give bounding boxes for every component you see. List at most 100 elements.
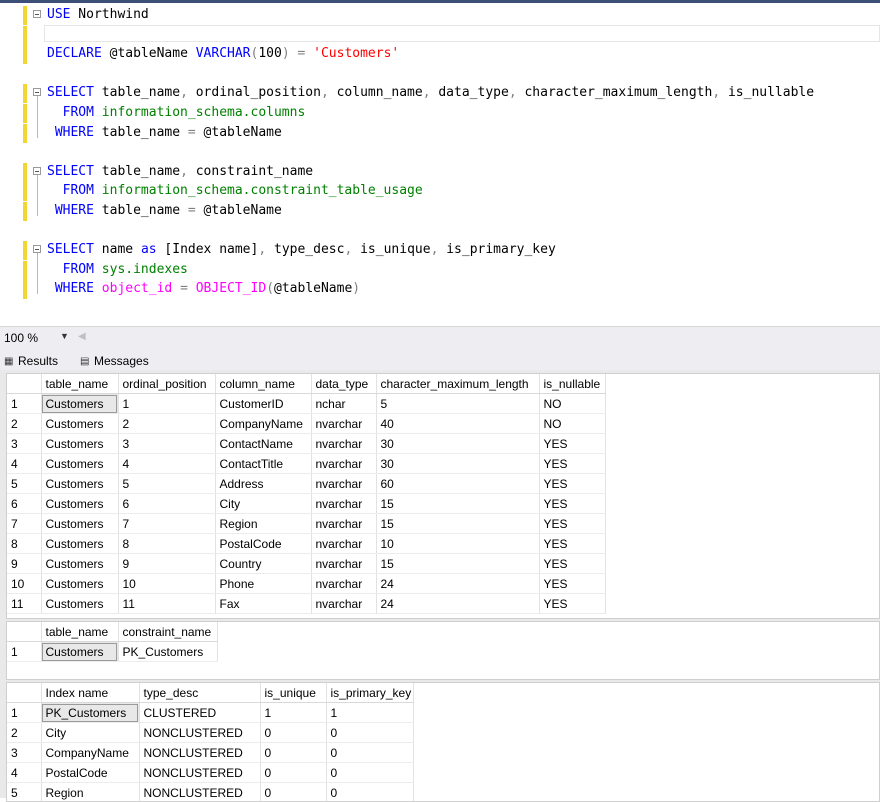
column-header[interactable]: ordinal_position [118, 374, 215, 394]
table-row[interactable]: 11Customers11Faxnvarchar24YES [7, 594, 605, 614]
collapse-icon[interactable] [33, 88, 41, 96]
row-number[interactable]: 2 [7, 414, 41, 434]
grid-cell[interactable]: 15 [376, 554, 539, 574]
grid-cell[interactable]: PostalCode [215, 534, 311, 554]
grid-cell[interactable]: 2 [118, 414, 215, 434]
grid-cell[interactable]: 3 [118, 434, 215, 454]
grid-cell[interactable]: Customers [41, 534, 118, 554]
grid-cell[interactable]: 24 [376, 594, 539, 614]
row-number[interactable]: 8 [7, 534, 41, 554]
grid-cell[interactable]: CompanyName [41, 743, 139, 763]
grid-cell[interactable]: PK_Customers [41, 703, 139, 723]
table-row[interactable]: 3CompanyNameNONCLUSTERED00 [7, 743, 413, 763]
table-row[interactable]: 1PK_CustomersCLUSTERED11 [7, 703, 413, 723]
collapse-icon[interactable] [33, 167, 41, 175]
grid-corner[interactable] [7, 374, 41, 394]
code-line[interactable]: USE Northwind [0, 5, 880, 24]
code-line[interactable]: WHERE object_id = OBJECT_ID(@tableName) [0, 279, 880, 298]
grid-cell[interactable]: 0 [260, 743, 326, 763]
grid-cell[interactable]: 1 [326, 703, 413, 723]
grid-cell[interactable]: nvarchar [311, 514, 376, 534]
row-number[interactable]: 4 [7, 763, 41, 783]
grid-cell[interactable]: 6 [118, 494, 215, 514]
grid-cell[interactable]: YES [539, 474, 605, 494]
grid-cell[interactable]: 9 [118, 554, 215, 574]
grid-cell[interactable]: 15 [376, 494, 539, 514]
row-number[interactable]: 7 [7, 514, 41, 534]
table-row[interactable]: 9Customers9Countrynvarchar15YES [7, 554, 605, 574]
results-grid-columns[interactable]: table_nameordinal_positioncolumn_namedat… [6, 373, 880, 619]
grid-cell[interactable]: CompanyName [215, 414, 311, 434]
code-line[interactable]: SELECT table_name, ordinal_position, col… [0, 83, 880, 102]
column-header[interactable]: is_unique [260, 683, 326, 703]
column-header[interactable]: character_maximum_length [376, 374, 539, 394]
grid-cell[interactable]: 40 [376, 414, 539, 434]
grid-cell[interactable]: 30 [376, 434, 539, 454]
grid-cell[interactable]: 15 [376, 514, 539, 534]
grid-cell[interactable]: nvarchar [311, 574, 376, 594]
grid-cell[interactable]: Customers [41, 574, 118, 594]
grid-cell[interactable]: Country [215, 554, 311, 574]
grid-cell[interactable]: ContactName [215, 434, 311, 454]
table-row[interactable]: 5RegionNONCLUSTERED00 [7, 783, 413, 802]
tab-results[interactable]: ▦ Results [4, 352, 58, 370]
table-row[interactable]: 2CityNONCLUSTERED00 [7, 723, 413, 743]
grid-cell[interactable]: Customers [41, 414, 118, 434]
grid-cell[interactable]: nvarchar [311, 534, 376, 554]
row-number[interactable]: 6 [7, 494, 41, 514]
grid-cell[interactable]: Region [41, 783, 139, 802]
grid-cell[interactable]: 10 [376, 534, 539, 554]
row-number[interactable]: 11 [7, 594, 41, 614]
grid-corner[interactable] [7, 622, 41, 642]
code-line[interactable] [0, 221, 880, 240]
grid-cell[interactable]: 5 [376, 394, 539, 414]
grid-cell[interactable]: 1 [260, 703, 326, 723]
tab-messages[interactable]: ▤ Messages [80, 352, 149, 370]
zoom-level[interactable]: 100 % [4, 331, 38, 345]
grid-cell[interactable]: ContactTitle [215, 454, 311, 474]
table-row[interactable]: 3Customers3ContactNamenvarchar30YES [7, 434, 605, 454]
grid-cell[interactable]: City [215, 494, 311, 514]
collapse-icon[interactable] [33, 245, 41, 253]
grid-cell[interactable]: Phone [215, 574, 311, 594]
results-grid-indexes[interactable]: Index nametype_descis_uniqueis_primary_k… [6, 682, 880, 802]
grid-cell[interactable]: 0 [326, 763, 413, 783]
code-line[interactable]: FROM sys.indexes [0, 260, 880, 279]
grid-cell[interactable]: Fax [215, 594, 311, 614]
grid-cell[interactable]: PK_Customers [118, 642, 217, 662]
grid-cell[interactable]: NO [539, 414, 605, 434]
code-line[interactable]: DECLARE @tableName VARCHAR(100) = 'Custo… [0, 44, 880, 63]
scroll-left-icon[interactable]: ◀ [78, 331, 86, 342]
grid-cell[interactable]: nvarchar [311, 494, 376, 514]
chevron-down-icon[interactable]: ▼ [60, 331, 69, 341]
grid-cell[interactable]: CLUSTERED [139, 703, 260, 723]
grid-cell[interactable]: NONCLUSTERED [139, 783, 260, 802]
grid-cell[interactable]: 0 [326, 783, 413, 802]
grid-cell[interactable]: YES [539, 594, 605, 614]
row-number[interactable]: 9 [7, 554, 41, 574]
grid-cell[interactable]: 0 [260, 723, 326, 743]
grid-cell[interactable]: 24 [376, 574, 539, 594]
row-number[interactable]: 1 [7, 394, 41, 414]
code-line[interactable]: WHERE table_name = @tableName [0, 201, 880, 220]
grid-cell[interactable]: 60 [376, 474, 539, 494]
code-line[interactable]: FROM information_schema.constraint_table… [0, 181, 880, 200]
query-editor[interactable]: USE Northwind DECLARE @tableName VARCHAR(… [0, 3, 880, 325]
grid-cell[interactable]: CustomerID [215, 394, 311, 414]
column-header[interactable]: column_name [215, 374, 311, 394]
row-number[interactable]: 5 [7, 474, 41, 494]
row-number[interactable]: 10 [7, 574, 41, 594]
grid-cell[interactable]: 0 [326, 723, 413, 743]
collapse-icon[interactable] [33, 10, 41, 18]
table-row[interactable]: 5Customers5Addressnvarchar60YES [7, 474, 605, 494]
row-number[interactable]: 4 [7, 454, 41, 474]
grid-cell[interactable]: nvarchar [311, 474, 376, 494]
grid-cell[interactable]: 11 [118, 594, 215, 614]
grid-cell[interactable]: 30 [376, 454, 539, 474]
code-line[interactable] [0, 142, 880, 161]
grid-cell[interactable]: nchar [311, 394, 376, 414]
code-line[interactable] [0, 25, 880, 44]
grid-cell[interactable]: NONCLUSTERED [139, 743, 260, 763]
results-grid-constraints[interactable]: table_nameconstraint_name1CustomersPK_Cu… [6, 621, 880, 680]
grid-corner[interactable] [7, 683, 41, 703]
